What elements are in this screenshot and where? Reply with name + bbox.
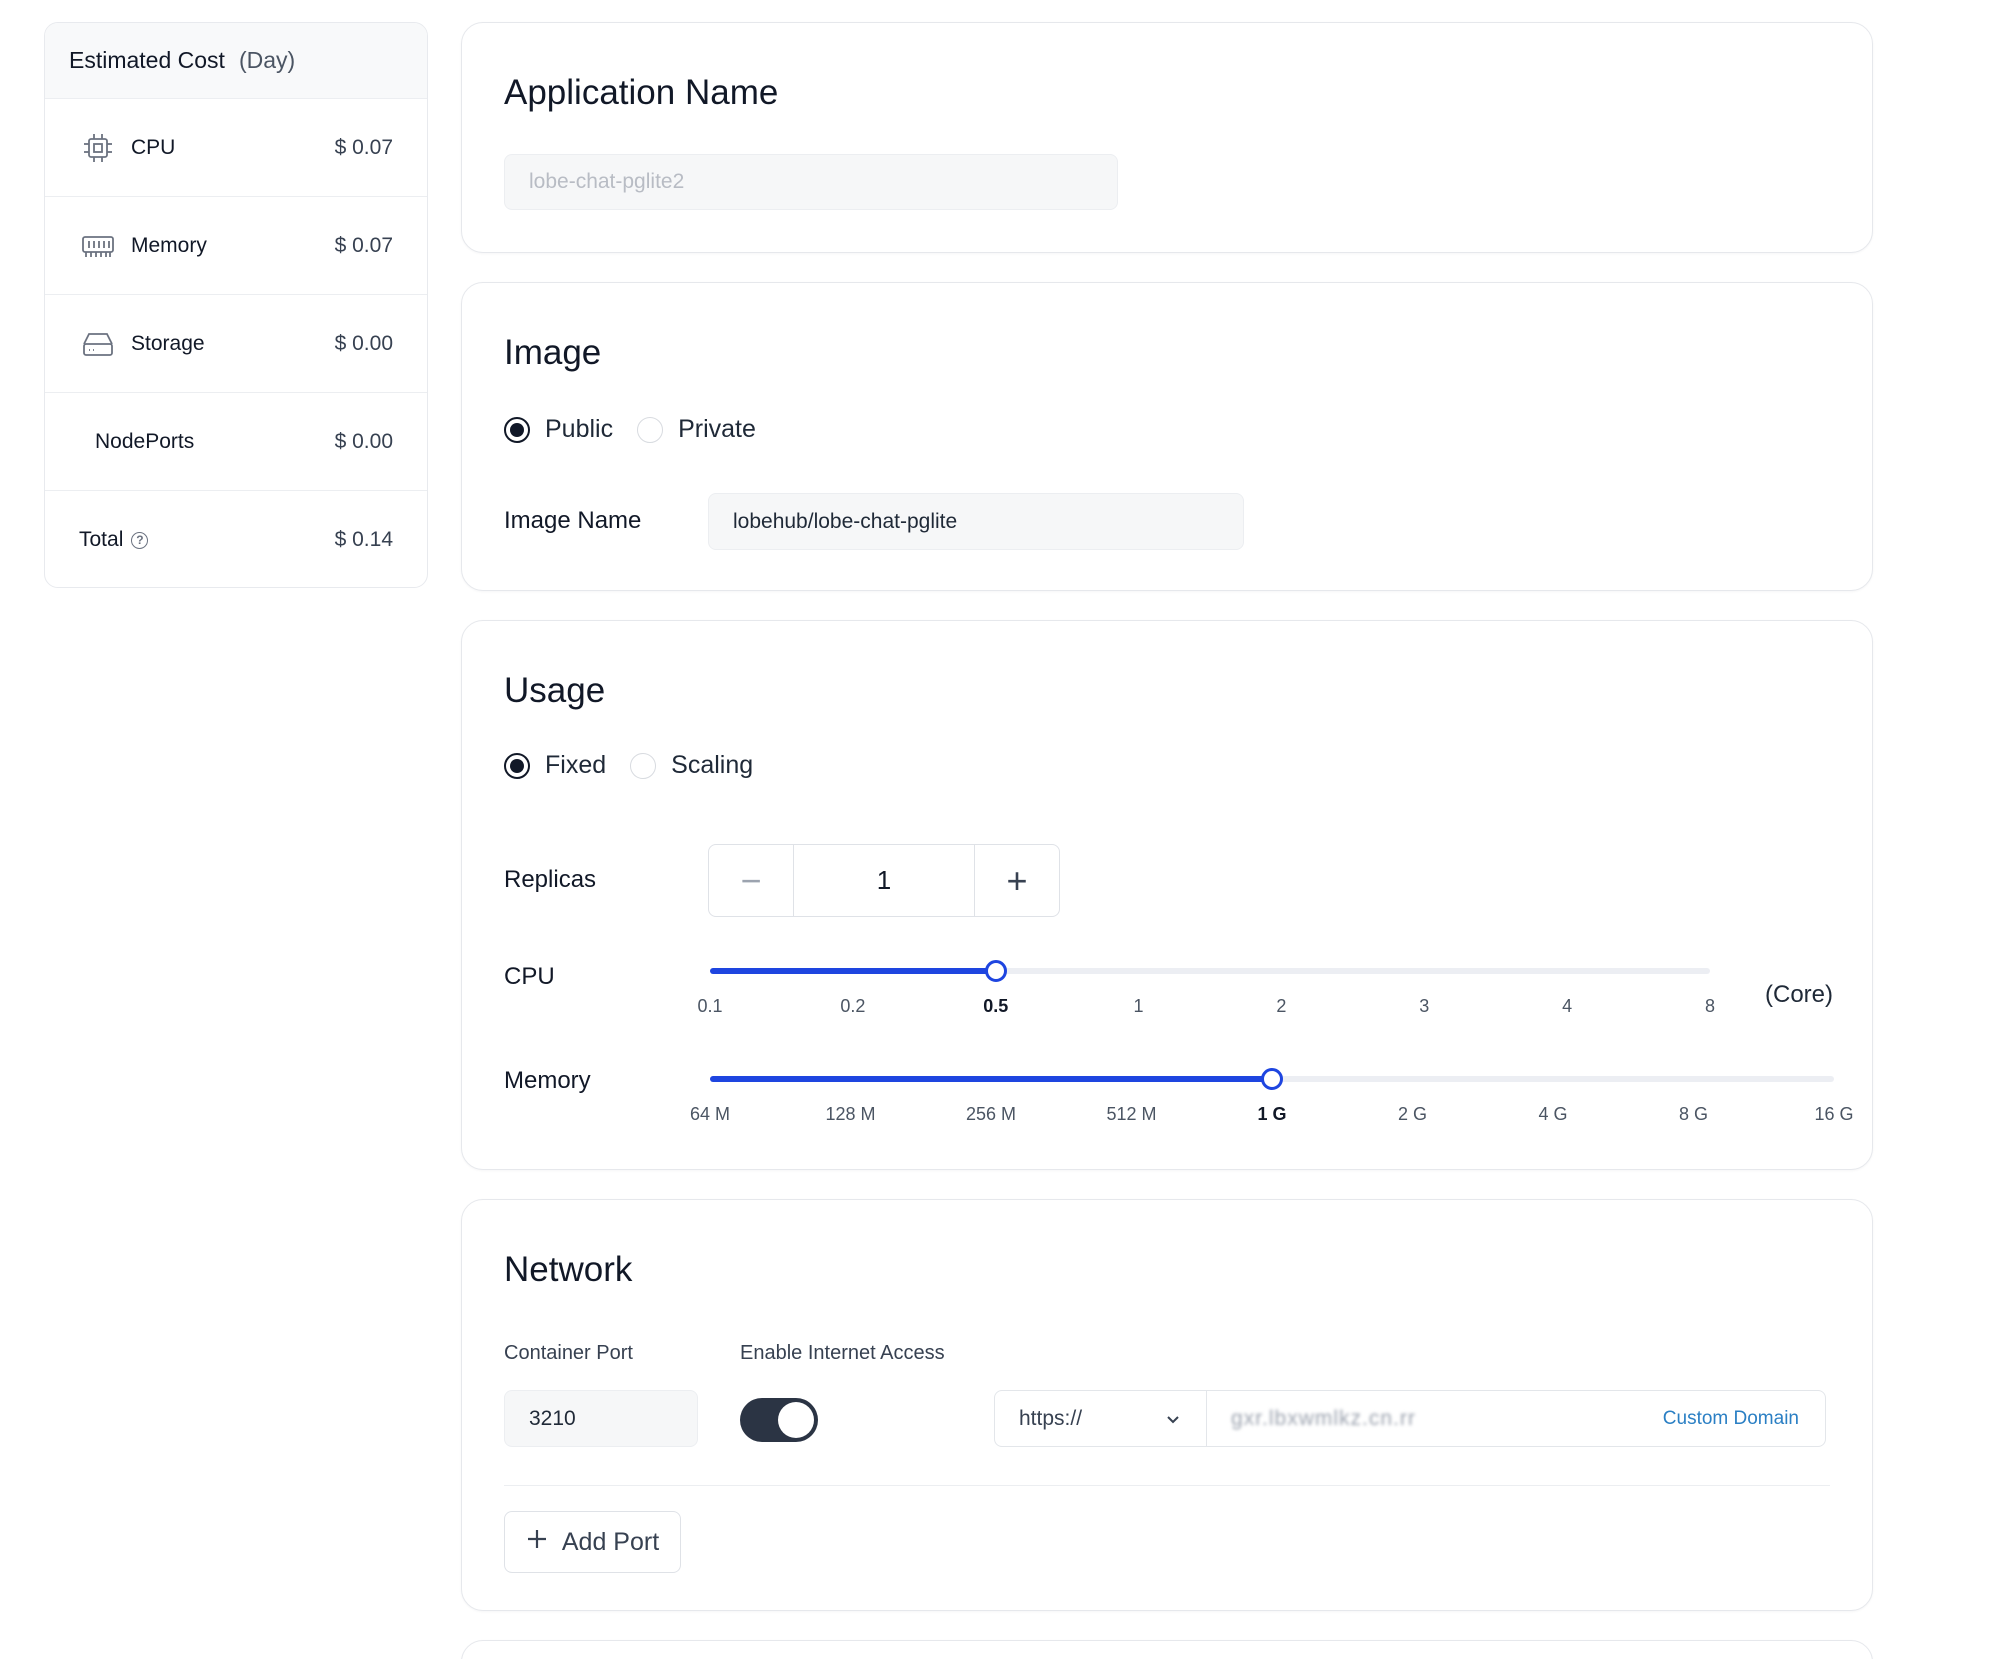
cost-label: Storage bbox=[131, 331, 205, 355]
add-port-label: Add Port bbox=[561, 1527, 660, 1556]
protocol-value: https:// bbox=[1019, 1406, 1083, 1430]
estimated-cost-panel: Estimated Cost (Day) CPU $ 0.07 Memory $… bbox=[44, 22, 428, 588]
replicas-stepper: − 1 + bbox=[708, 844, 1060, 917]
slider-tick-label: 128 M bbox=[825, 1104, 876, 1124]
cost-price: $ 0.07 bbox=[334, 233, 393, 257]
cost-header: Estimated Cost (Day) bbox=[45, 23, 427, 99]
internet-access-label: Enable Internet Access bbox=[740, 1342, 945, 1364]
radio-dot bbox=[504, 416, 530, 443]
memory-label: Memory bbox=[504, 1067, 591, 1094]
slider-fill bbox=[710, 1076, 1272, 1082]
radio-label: Public bbox=[545, 415, 614, 443]
cost-title: Estimated Cost bbox=[69, 47, 225, 73]
cost-row-total: Total ? $ 0.14 bbox=[45, 491, 427, 587]
internet-access-toggle[interactable] bbox=[740, 1398, 818, 1442]
cost-label: Memory bbox=[131, 233, 207, 257]
application-name-title: Application Name bbox=[504, 73, 779, 112]
domain-value: gxr.lbxwmlkz.cn.rr bbox=[1231, 1406, 1416, 1430]
cpu-icon bbox=[81, 131, 115, 165]
slider-tick-label: 2 bbox=[1276, 996, 1287, 1016]
usage-title: Usage bbox=[504, 671, 606, 710]
slider-tick-label: 1 G bbox=[1257, 1104, 1287, 1124]
image-name-label: Image Name bbox=[504, 507, 642, 534]
slider-tick-label: 512 M bbox=[1106, 1104, 1157, 1124]
cost-row-cpu: CPU $ 0.07 bbox=[45, 99, 427, 197]
image-card: Image Public Private Image Name lobehub/… bbox=[461, 282, 1873, 591]
radio-label: Fixed bbox=[545, 751, 607, 779]
slider-tick-label: 1 bbox=[1133, 996, 1144, 1016]
slider-tick-label: 0.2 bbox=[840, 996, 866, 1016]
app-deploy-page: Estimated Cost (Day) CPU $ 0.07 Memory $… bbox=[0, 0, 2013, 1659]
slider-tick-label: 4 bbox=[1562, 996, 1573, 1016]
radio-scaling[interactable]: Scaling bbox=[630, 751, 753, 780]
image-type-radio-group: Public Private bbox=[504, 415, 780, 444]
toggle-knob bbox=[778, 1402, 814, 1438]
slider-tick-label: 256 M bbox=[965, 1104, 1017, 1124]
cost-label: CPU bbox=[131, 135, 176, 159]
cost-price: $ 0.00 bbox=[334, 429, 393, 453]
cpu-unit-label: (Core) bbox=[1765, 981, 1834, 1008]
next-section-card bbox=[461, 1640, 1873, 1659]
cost-price: $ 0.14 bbox=[334, 528, 393, 551]
radio-fixed[interactable]: Fixed bbox=[504, 751, 606, 780]
image-title: Image bbox=[504, 333, 602, 372]
radio-dot bbox=[637, 416, 664, 443]
slider-thumb[interactable] bbox=[1261, 1068, 1283, 1090]
slider-tick-label: 8 bbox=[1704, 996, 1716, 1016]
slider-tick-label: 0.5 bbox=[983, 996, 1009, 1016]
cost-total-label: Total ? bbox=[79, 528, 335, 552]
slider-tick-label: 16 G bbox=[1814, 1104, 1854, 1124]
memory-slider[interactable]: 64 M 128 M 256 M 512 M 1 G 2 G 4 G 8 G 16 G bbox=[690, 1059, 1854, 1124]
slider-fill bbox=[710, 968, 996, 974]
radio-public[interactable]: Public bbox=[504, 415, 613, 444]
add-port-button[interactable]: Add Port bbox=[504, 1511, 681, 1573]
radio-private[interactable]: Private bbox=[637, 415, 756, 444]
cost-row-nodeports: NodePorts $ 0.00 bbox=[45, 393, 427, 491]
slider-tick-label: 0.1 bbox=[697, 996, 723, 1016]
replicas-decrement-button[interactable]: − bbox=[709, 845, 793, 916]
plus-icon bbox=[526, 1528, 548, 1557]
domain-input-group: https:// gxr.lbxwmlkz.cn.rr Custom Domai… bbox=[994, 1390, 1826, 1447]
container-port-input[interactable]: 3210 bbox=[504, 1390, 698, 1447]
usage-type-radio-group: Fixed Scaling bbox=[504, 751, 777, 780]
cpu-slider[interactable]: 0.1 0.2 0.5 1 2 3 4 8 bbox=[697, 951, 1715, 1016]
replicas-label: Replicas bbox=[504, 866, 597, 893]
replicas-increment-button[interactable]: + bbox=[974, 845, 1059, 916]
radio-dot bbox=[504, 752, 530, 779]
network-card: Network Container Port 3210 Enable Inter… bbox=[461, 1199, 1873, 1611]
application-name-card: Application Name lobe-chat-pglite2 bbox=[461, 22, 1873, 253]
memory-icon bbox=[81, 229, 115, 263]
slider-tick-label: 64 M bbox=[689, 1104, 731, 1124]
network-title: Network bbox=[504, 1250, 633, 1289]
slider-thumb[interactable] bbox=[984, 960, 1007, 982]
cost-label: NodePorts bbox=[95, 429, 195, 453]
usage-card: Usage Fixed Scaling Replicas − 1 + CPU 0… bbox=[461, 620, 1873, 1170]
cpu-label: CPU bbox=[504, 963, 555, 990]
slider-tick-label: 4 G bbox=[1538, 1104, 1568, 1124]
container-port-label: Container Port bbox=[504, 1342, 633, 1364]
custom-domain-link[interactable]: Custom Domain bbox=[1663, 1391, 1825, 1446]
storage-icon bbox=[81, 327, 115, 361]
replicas-value[interactable]: 1 bbox=[793, 845, 974, 916]
help-icon[interactable]: ? bbox=[131, 531, 149, 549]
application-name-input[interactable]: lobe-chat-pglite2 bbox=[504, 154, 1118, 210]
cost-unit: (Day) bbox=[238, 47, 296, 73]
network-divider bbox=[504, 1485, 1830, 1486]
radio-label: Scaling bbox=[671, 751, 754, 779]
cost-label: Total bbox=[79, 528, 124, 551]
cost-row-memory: Memory $ 0.07 bbox=[45, 197, 427, 295]
cost-price: $ 0.07 bbox=[334, 135, 393, 159]
slider-tick-label: 3 bbox=[1419, 996, 1430, 1016]
chevron-down-icon bbox=[1166, 1407, 1180, 1431]
protocol-select[interactable]: https:// bbox=[995, 1391, 1207, 1446]
slider-tick-label: 2 G bbox=[1397, 1104, 1428, 1124]
radio-label: Private bbox=[678, 415, 756, 443]
image-name-input[interactable]: lobehub/lobe-chat-pglite bbox=[708, 493, 1244, 550]
radio-dot bbox=[630, 752, 657, 779]
slider-tick-label: 8 G bbox=[1678, 1104, 1709, 1124]
cost-price: $ 0.00 bbox=[334, 331, 393, 355]
cost-row-storage: Storage $ 0.00 bbox=[45, 295, 427, 393]
